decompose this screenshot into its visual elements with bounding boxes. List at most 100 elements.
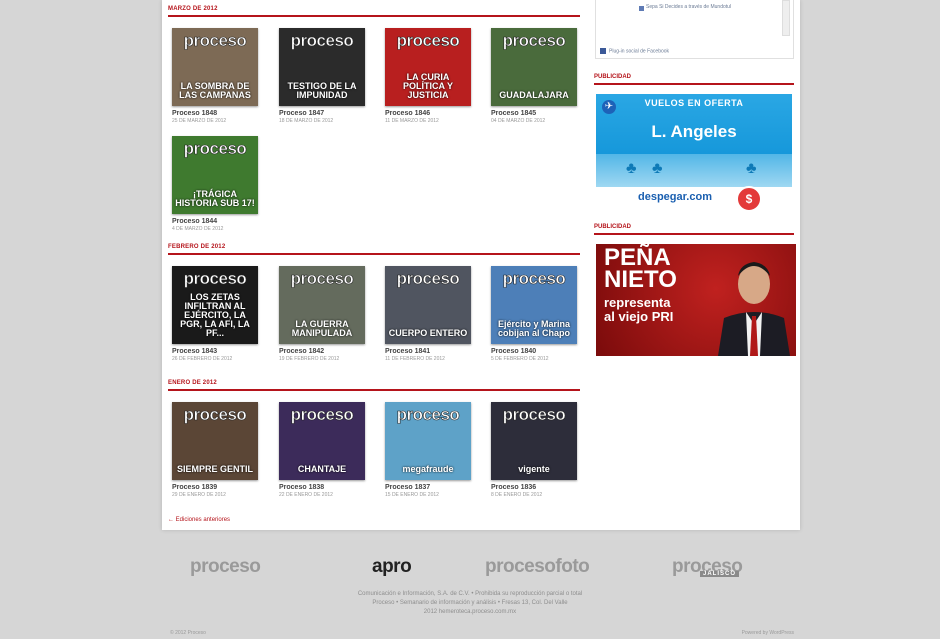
issue-date: 11 DE MARZO DE 2012 (385, 118, 439, 124)
politician-portrait (718, 262, 790, 356)
issue-cover-image[interactable]: proceso ¡TRÁGICA HISTORIA SUB 17! (172, 136, 258, 214)
issue-title-link[interactable]: Proceso 1843 (172, 348, 268, 355)
issue-cover-image[interactable]: proceso vigente (491, 402, 577, 480)
issue-cover-image[interactable]: proceso CUERPO ENTERO (385, 266, 471, 344)
cover-headline: LA SOMBRA DE LAS CAMPANAS (179, 81, 251, 100)
jalisco-logo-sub: JALISCO (700, 571, 740, 577)
cover-headline: megafraude (402, 464, 454, 474)
facebook-plugin-label: Plug-in social de Facebook (609, 48, 670, 55)
section-divider (168, 253, 580, 255)
cover-headline: CHANTAJE (297, 464, 347, 474)
ad2-line-2: NIETO (604, 266, 677, 293)
dollar-coin-icon: $ (736, 186, 762, 210)
issue-title-link[interactable]: Proceso 1836 (491, 484, 587, 491)
cover-masthead: proceso (290, 31, 354, 50)
issue-title-link[interactable]: Proceso 1842 (279, 348, 375, 355)
footer-logo-procesofoto[interactable]: procesofoto (485, 556, 590, 578)
facebook-scrollbar[interactable] (782, 0, 790, 36)
cover-masthead: proceso (502, 405, 566, 424)
issue-cover-image[interactable]: proceso Ejército y Marina cobijan al Chap… (491, 266, 577, 344)
facebook-item-text[interactable]: Sepa Si Decides a través de Mundotul (646, 4, 731, 11)
ad2-line-4: al viejo PRI (604, 309, 674, 324)
facebook-plugin-link[interactable]: Plug-in social de Facebook (600, 48, 669, 54)
cover-masthead: proceso (183, 269, 247, 288)
older-editions-link[interactable]: ← Ediciones anteriores (168, 517, 230, 523)
issue-card: proceso LOS ZETAS INFILTRAN AL EJÉRCITO, … (172, 266, 268, 362)
section-title: FEBRERO DE 2012 (168, 244, 226, 250)
issue-card: proceso CUERPO ENTERO Proceso 1841 11 DE FE… (385, 266, 481, 362)
issue-date: 18 DE MARZO DE 2012 (279, 118, 334, 124)
cover-masthead: proceso (502, 269, 566, 288)
issue-card: proceso LA GUERRA MANIPULADA Proceso 1842 1… (279, 266, 375, 362)
ad-label: PUBLICIDAD (594, 224, 631, 230)
facebook-icon (600, 48, 606, 54)
issue-date: 25 DE MARZO DE 2012 (172, 118, 227, 124)
issue-cover-image[interactable]: proceso LOS ZETAS INFILTRAN AL EJÉRCITO, … (172, 266, 258, 344)
footer-logo-proceso[interactable]: proceso (190, 556, 261, 578)
issue-cover-image[interactable]: proceso LA SOMBRA DE LAS CAMPANAS (172, 28, 258, 106)
issue-title-link[interactable]: Proceso 1846 (385, 110, 481, 117)
cover-headline: GUADALAJARA (499, 90, 569, 100)
issue-title-link[interactable]: Proceso 1848 (172, 110, 268, 117)
cover-masthead: proceso (396, 405, 460, 424)
section-title: MARZO DE 2012 (168, 6, 218, 12)
issue-date: 04 DE MARZO DE 2012 (491, 118, 546, 124)
issue-date: 15 DE ENERO DE 2012 (385, 492, 439, 498)
cover-headline: SIEMPRE GENTIL (176, 464, 253, 474)
footer-logo-apro[interactable]: apro (372, 556, 412, 578)
issue-card: proceso TESTIGO DE LA IMPUNIDAD Proceso 18… (279, 28, 375, 124)
issue-title-link[interactable]: Proceso 1840 (491, 348, 587, 355)
issue-card: proceso Ejército y Marina cobijan al Chap… (491, 266, 587, 362)
ad1-city: L. Angeles (651, 122, 737, 141)
cover-headline: LOS ZETAS INFILTRAN AL EJÉRCITO, LA PGR,… (180, 292, 250, 338)
facebook-thumb-icon (639, 6, 644, 11)
footer-logo-proceso-jalisco[interactable]: proceso JALISCO (672, 556, 743, 578)
issue-title-link[interactable]: Proceso 1839 (172, 484, 268, 491)
issue-cover-image[interactable]: proceso GUADALAJARA (491, 28, 577, 106)
issue-title-link[interactable]: Proceso 1838 (279, 484, 375, 491)
issue-date: 26 DE FEBRERO DE 2012 (172, 356, 233, 362)
cover-masthead: proceso (183, 31, 247, 50)
issue-card: proceso LA SOMBRA DE LAS CAMPANAS Proceso … (172, 28, 268, 124)
issue-cover-image[interactable]: proceso LA GUERRA MANIPULADA (279, 266, 365, 344)
issue-title-link[interactable]: Proceso 1837 (385, 484, 481, 491)
cover-headline: vigente (518, 464, 550, 474)
cover-masthead: proceso (183, 139, 247, 158)
powered-by[interactable]: Powered by WordPress (742, 630, 794, 636)
issue-title-link[interactable]: Proceso 1847 (279, 110, 375, 117)
issue-cover-image[interactable]: proceso TESTIGO DE LA IMPUNIDAD (279, 28, 365, 106)
ad1-brand: despegar.com (638, 191, 712, 203)
cover-headline: Ejército y Marina cobijan al Chapo (497, 319, 571, 338)
facebook-widget: Sepa Si Decides a través de Mundotul Plu… (595, 0, 794, 59)
pena-nieto-ad-banner[interactable]: PEÑA NIETO representa al viejo PRI (596, 244, 796, 356)
cover-masthead: proceso (396, 269, 460, 288)
cover-headline: TESTIGO DE LA IMPUNIDAD (287, 81, 357, 100)
cover-masthead: proceso (290, 405, 354, 424)
issue-cover-image[interactable]: proceso megafraude (385, 402, 471, 480)
issue-cover-image[interactable]: proceso LA CURIA POLÍTICA Y JUSTICIA (385, 28, 471, 106)
issue-date: 5 DE FEBRERO DE 2012 (491, 356, 549, 362)
palm-tree-icon: ♣ (746, 160, 757, 177)
issue-title-link[interactable]: Proceso 1841 (385, 348, 481, 355)
issue-card: proceso LA CURIA POLÍTICA Y JUSTICIA Proce… (385, 28, 481, 124)
cover-masthead: proceso (183, 405, 247, 424)
palm-tree-icon: ♣ (652, 160, 663, 177)
footer-line-1: Comunicación e Información, S.A. de C.V.… (357, 591, 583, 597)
footer-line-3[interactable]: 2012 hemeroteca.proceso.com.mx (0, 608, 940, 617)
footer-credits: Comunicación e Información, S.A. de C.V.… (0, 590, 940, 617)
cover-headline: CUERPO ENTERO (388, 328, 468, 338)
issue-title-link[interactable]: Proceso 1844 (172, 218, 268, 225)
issue-card: proceso ¡TRÁGICA HISTORIA SUB 17! Proceso … (172, 136, 268, 232)
ad-label: PUBLICIDAD (594, 74, 631, 80)
ad-divider (594, 233, 794, 235)
content-page: MARZO DE 2012 proceso LA SOMBRA DE LAS CAM… (162, 0, 800, 530)
issue-cover-image[interactable]: proceso CHANTAJE (279, 402, 365, 480)
section-title: ENERO DE 2012 (168, 380, 217, 386)
issue-title-link[interactable]: Proceso 1845 (491, 110, 587, 117)
issue-date: 29 DE ENERO DE 2012 (172, 492, 226, 498)
issue-date: 22 DE ENERO DE 2012 (279, 492, 333, 498)
issue-card: proceso GUADALAJARA Proceso 1845 04 DE MARZ… (491, 28, 587, 124)
issue-cover-image[interactable]: proceso SIEMPRE GENTIL (172, 402, 258, 480)
issue-date: 4 DE MARZO DE 2012 (172, 226, 224, 232)
despegar-ad-banner[interactable]: ✈ VUELOS EN OFERTA L. Angeles ♣ ♣ ♣ desp… (596, 94, 792, 210)
